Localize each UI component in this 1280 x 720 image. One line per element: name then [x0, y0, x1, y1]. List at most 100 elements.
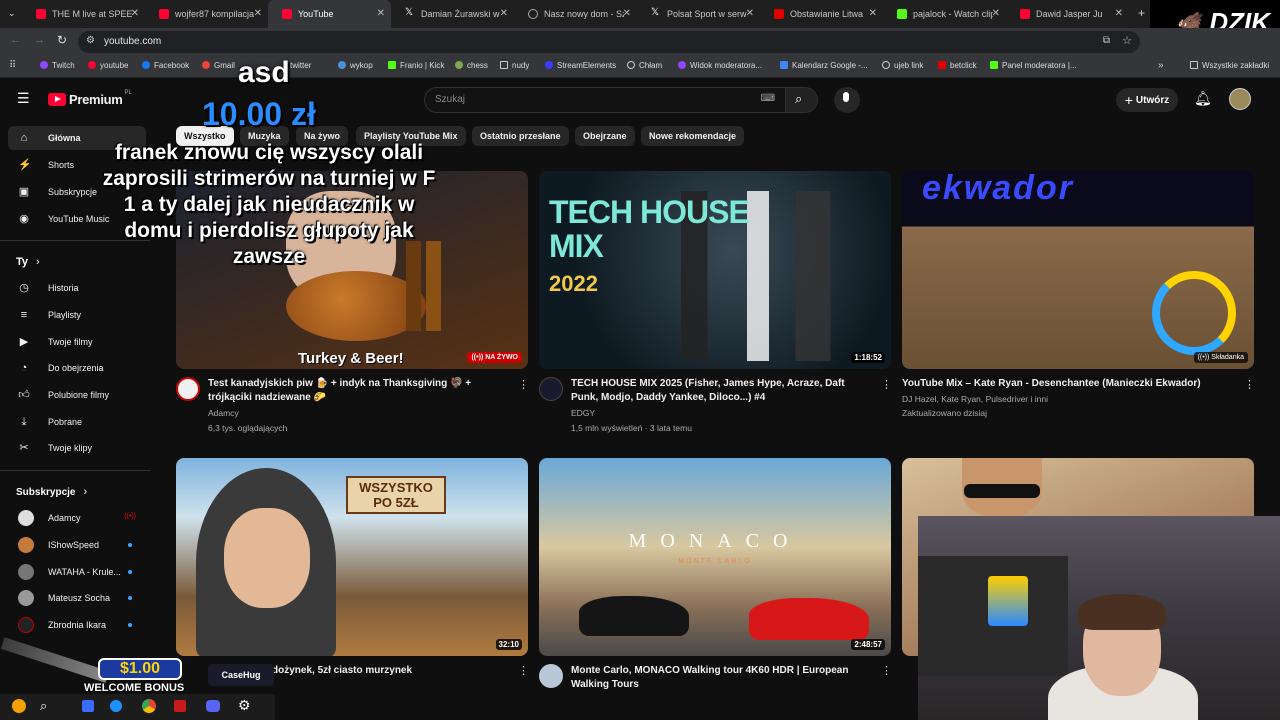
search-input[interactable]: Szukaj ⌨ — [424, 87, 786, 113]
browser-tab[interactable]: THE M live at SPEEDL✕ — [22, 0, 145, 28]
sidebar-sub-channel[interactable]: WATAHA - Krule... — [8, 560, 146, 584]
video-thumbnail[interactable]: TECH HOUSE MIX 2022 1:18:52 — [539, 171, 891, 369]
sidebar-item-downloads[interactable]: ⤓ Pobrane — [8, 410, 146, 434]
video-thumbnail[interactable]: WSZYSTKO PO 5ZŁ 32:10 — [176, 458, 528, 656]
settings-gear-icon[interactable]: ⚙ — [238, 697, 251, 714]
bookmark-item[interactable]: StreamElements — [545, 61, 616, 70]
more-actions-icon[interactable]: ⋮ — [1244, 378, 1255, 391]
video-thumbnail[interactable]: MONACO MONTE CARLO 2:48:57 — [539, 458, 891, 656]
video-title[interactable]: dożynek, 5zł ciasto murzynek — [272, 664, 512, 678]
menu-hamburger-icon[interactable]: ☰ — [17, 90, 30, 107]
more-actions-icon[interactable]: ⋮ — [881, 378, 892, 391]
sidebar-item-history[interactable]: ◷ Historia — [8, 276, 146, 300]
browser-tab[interactable]: Nasz nowy dom - Sz ✕ — [514, 0, 637, 28]
bookmark-item[interactable]: ujeb link — [882, 61, 923, 70]
chip-watched[interactable]: Obejrzane — [575, 126, 635, 146]
create-button[interactable]: + Utwórz — [1116, 88, 1178, 112]
forward-icon[interactable]: → — [34, 34, 45, 46]
notifications-bell-icon[interactable]: 🔔︎ — [1194, 90, 1212, 107]
install-app-icon[interactable]: ⧉ — [1103, 35, 1110, 46]
sidebar-item-your-videos[interactable]: ▶ Twoje filmy — [8, 330, 146, 354]
all-bookmarks[interactable]: Wszystkie zakładki — [1190, 61, 1269, 70]
video-title[interactable]: YouTube Mix – Kate Ryan - Desenchantee (… — [902, 377, 1232, 391]
browser-tab[interactable]: 𝕏 Damian Żurawski w ✕ — [391, 0, 514, 28]
bookmark-item[interactable]: nudy — [500, 61, 529, 70]
search-icon[interactable]: ⌕ — [40, 698, 47, 714]
sidebar-subscriptions-header[interactable]: Subskrypcje › — [16, 486, 87, 498]
bookmark-item[interactable]: youtube — [88, 61, 128, 70]
close-tab-icon[interactable]: ✕ — [992, 8, 1000, 19]
browser-tab[interactable]: Dawid Jasper Ju ✕ — [1006, 0, 1129, 28]
channel-avatar[interactable] — [539, 377, 563, 401]
taskbar-app-icon[interactable] — [82, 700, 94, 712]
video-title[interactable]: TECH HOUSE MIX 2025 (Fisher, James Hype,… — [571, 377, 871, 405]
new-tab-icon[interactable]: + — [1138, 6, 1145, 20]
chip-recently-uploaded[interactable]: Ostatnio przesłane — [472, 126, 569, 146]
close-tab-icon[interactable]: ✕ — [746, 8, 754, 19]
search-button[interactable]: ⌕ — [786, 87, 818, 113]
sidebar-sub-channel[interactable]: Zbrodnia Ikara — [8, 613, 146, 637]
sidebar-item-your-clips[interactable]: ✂ Twoje klipy — [8, 436, 146, 460]
sidebar-sub-channel[interactable]: IShowSpeed — [8, 533, 146, 557]
bookmark-item[interactable]: Twitch — [40, 61, 75, 70]
close-tab-icon[interactable]: ✕ — [377, 8, 385, 19]
channel-name[interactable]: EDGY — [571, 406, 595, 420]
apps-grid-icon[interactable]: ⠿ — [9, 60, 16, 71]
discord-icon[interactable] — [206, 700, 220, 712]
sidebar-item-watch-later[interactable]: ◔ Do obejrzenia — [8, 356, 146, 380]
bookmark-item[interactable]: Gmail — [202, 61, 235, 70]
voice-search-button[interactable] — [834, 87, 860, 113]
bookmark-item[interactable]: Facebook — [142, 61, 189, 70]
bookmark-item[interactable]: Kalendarz Google -... — [780, 61, 868, 70]
more-actions-icon[interactable]: ⋮ — [518, 664, 529, 677]
channel-avatar[interactable] — [539, 664, 563, 688]
browser-tab-active[interactable]: YouTube ✕ — [268, 0, 391, 28]
close-tab-icon[interactable]: ✕ — [500, 8, 508, 19]
bookmark-item[interactable]: Chłam — [627, 61, 662, 70]
windows-start-icon[interactable] — [12, 699, 26, 713]
more-actions-icon[interactable]: ⋮ — [518, 378, 529, 391]
close-tab-icon[interactable]: ✕ — [131, 8, 139, 19]
bookmark-item[interactable]: chess — [455, 61, 488, 70]
url-input[interactable]: ⚙ youtube.com ⧉ ☆ — [78, 31, 1140, 53]
channel-name[interactable]: Adamcy — [208, 406, 239, 420]
more-bookmarks-icon[interactable]: » — [1158, 60, 1164, 71]
browser-tab[interactable]: 𝕏 Polsat Sport w serwi ✕ — [637, 0, 760, 28]
bookmark-item[interactable]: wykop — [338, 61, 373, 70]
close-tab-icon[interactable]: ✕ — [623, 8, 631, 19]
browser-tab[interactable]: wojfer87 kompilacja ✕ — [145, 0, 268, 28]
chip-new-recommendations[interactable]: Nowe rekomendacje — [641, 126, 745, 146]
channel-name[interactable]: DJ Hazel, Kate Ryan, Pulsedriver i inni — [902, 392, 1048, 406]
close-tab-icon[interactable]: ✕ — [869, 8, 877, 19]
browser-tab[interactable]: pajalock - Watch clip ✕ — [883, 0, 1006, 28]
bookmark-item[interactable]: Widok moderatora... — [678, 61, 762, 70]
bookmark-star-icon[interactable]: ☆ — [1122, 34, 1132, 47]
sidebar-sub-channel[interactable]: Adamcy ((•)) — [8, 506, 146, 530]
chrome-icon[interactable] — [142, 699, 156, 713]
taskbar-app-icon[interactable] — [174, 700, 186, 712]
browser-tab[interactable]: Obstawianie Litwa ✕ — [760, 0, 883, 28]
sidebar-item-liked-videos[interactable]: 👍︎ Polubione filmy — [8, 383, 146, 407]
keyboard-icon[interactable]: ⌨ — [761, 93, 775, 104]
more-actions-icon[interactable]: ⋮ — [881, 664, 892, 677]
video-title[interactable]: Test kanadyjskich piw 🍺 + indyk na Thank… — [208, 377, 508, 405]
bookmark-item[interactable]: betclick — [938, 61, 977, 70]
bookmark-item[interactable]: twitter — [290, 61, 311, 70]
youtube-logo[interactable]: Premium PL — [48, 90, 132, 107]
taskbar-app-icon[interactable] — [110, 700, 122, 712]
video-thumbnail[interactable]: Ekwador ((•)) Składanka — [902, 171, 1254, 369]
tab-search-icon[interactable]: ⌄ — [8, 8, 16, 19]
sidebar-sub-channel[interactable]: Mateusz Socha — [8, 586, 146, 610]
reload-icon[interactable]: ↻ — [57, 33, 67, 47]
back-icon[interactable]: ← — [10, 34, 21, 46]
sidebar-item-playlists[interactable]: ≡ Playlisty — [8, 303, 146, 327]
bookmark-item[interactable]: Panel moderatora |... — [990, 61, 1077, 70]
avatar[interactable] — [1229, 88, 1251, 110]
channel-avatar[interactable] — [176, 377, 200, 401]
close-tab-icon[interactable]: ✕ — [1115, 8, 1123, 19]
site-info-icon[interactable]: ⚙ — [86, 35, 95, 46]
close-tab-icon[interactable]: ✕ — [254, 8, 262, 19]
bookmark-item[interactable]: Franio | Kick — [388, 61, 444, 70]
sidebar-you-header[interactable]: Ty › — [16, 256, 40, 268]
video-title[interactable]: Monte Carlo, MONACO Walking tour 4K60 HD… — [571, 664, 871, 692]
